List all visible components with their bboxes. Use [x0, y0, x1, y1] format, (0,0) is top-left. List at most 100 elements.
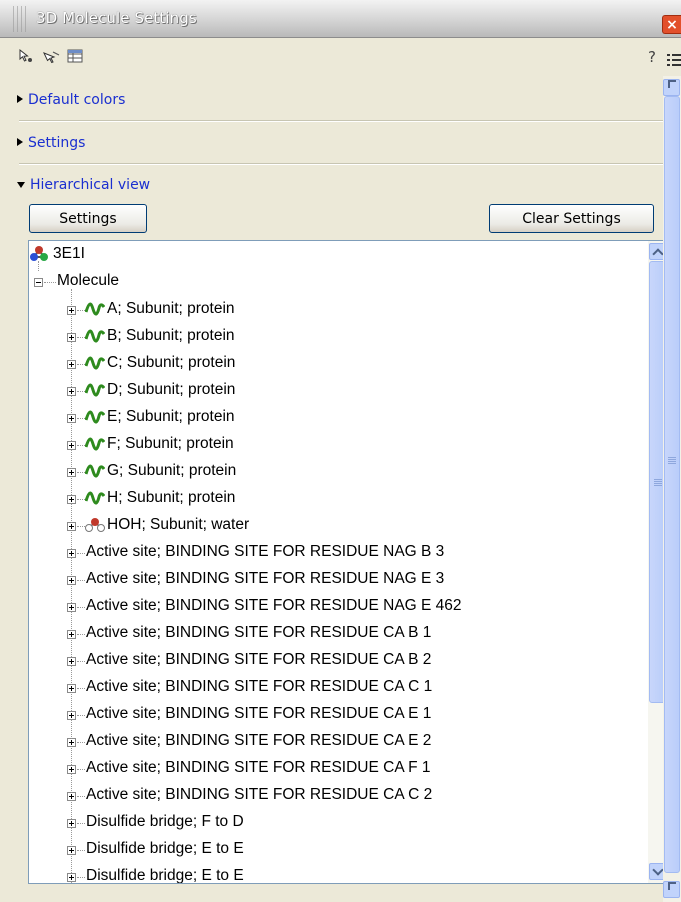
tree-item-row[interactable]: Disulfide bridge; F to D — [29, 809, 629, 836]
expand-arrow-icon — [17, 95, 23, 103]
expand-toggle-icon[interactable] — [67, 441, 76, 450]
section-hierarchical-view[interactable]: Hierarchical view — [17, 177, 150, 193]
tree-connector — [38, 261, 39, 271]
table-view-icon[interactable] — [66, 46, 86, 66]
expand-toggle-icon[interactable] — [67, 468, 76, 477]
expand-arrow-icon — [17, 138, 23, 146]
tree-item-row[interactable]: F; Subunit; protein — [29, 431, 629, 458]
tree-item-row[interactable]: E; Subunit; protein — [29, 404, 629, 431]
expand-toggle-icon[interactable] — [67, 603, 76, 612]
expand-toggle-icon[interactable] — [67, 333, 76, 342]
tree-root-label: 3E1I — [53, 245, 85, 262]
section-divider — [19, 163, 663, 165]
tree-item-row[interactable]: Active site; BINDING SITE FOR RESIDUE CA… — [29, 674, 629, 701]
tree-connector — [77, 472, 85, 473]
tree-item-row[interactable]: Active site; BINDING SITE FOR RESIDUE NA… — [29, 566, 629, 593]
panel-scrollbar-thumb[interactable] — [664, 96, 680, 873]
tree-item-row[interactable]: Disulfide bridge; E to E — [29, 836, 629, 863]
section-label: Hierarchical view — [30, 177, 151, 193]
tree-connector — [77, 391, 85, 392]
tree-item-label: Active site; BINDING SITE FOR RESIDUE CA… — [86, 732, 432, 749]
tree-item-row[interactable]: Active site; BINDING SITE FOR RESIDUE CA… — [29, 620, 629, 647]
expand-toggle-icon[interactable] — [67, 846, 76, 855]
section-settings[interactable]: Settings — [17, 135, 85, 151]
close-button[interactable]: × — [662, 15, 681, 34]
expand-toggle-icon[interactable] — [67, 576, 76, 585]
tree-connector — [77, 580, 85, 581]
drag-grip[interactable] — [13, 6, 27, 32]
pointer-drag-icon[interactable] — [42, 46, 62, 66]
menu-list-icon[interactable] — [667, 53, 681, 67]
expand-toggle-icon[interactable] — [67, 765, 76, 774]
panel-scrollbar[interactable] — [663, 76, 681, 902]
thumb-grip-icon — [668, 457, 676, 464]
expand-toggle-icon[interactable] — [67, 630, 76, 639]
tree-item-row[interactable]: G; Subunit; protein — [29, 458, 629, 485]
tree-connector — [77, 742, 85, 743]
tree-item-row[interactable]: Active site; BINDING SITE FOR RESIDUE CA… — [29, 728, 629, 755]
tree-item-row[interactable]: Active site; BINDING SITE FOR RESIDUE NA… — [29, 539, 629, 566]
tree-item-row[interactable]: Disulfide bridge; E to E — [29, 863, 629, 884]
expand-toggle-icon[interactable] — [67, 306, 76, 315]
tree-connector — [77, 526, 85, 527]
tree-connector — [77, 661, 85, 662]
section-divider — [19, 120, 663, 122]
tree-item-row[interactable]: Active site; BINDING SITE FOR RESIDUE NA… — [29, 593, 629, 620]
protein-chain-icon — [85, 464, 105, 478]
expand-toggle-icon[interactable] — [67, 873, 76, 882]
tree-item-row[interactable]: Active site; BINDING SITE FOR RESIDUE CA… — [29, 701, 629, 728]
expand-toggle-icon[interactable] — [67, 522, 76, 531]
protein-chain-icon — [85, 410, 105, 424]
settings-content: Default colors Settings Hierarchical vie… — [13, 82, 668, 902]
expand-toggle-icon[interactable] — [67, 657, 76, 666]
tree-item-row[interactable]: B; Subunit; protein — [29, 323, 629, 350]
settings-button[interactable]: Settings — [29, 204, 147, 233]
collapse-arrow-icon — [17, 182, 25, 188]
window-title: 3D Molecule Settings — [36, 9, 197, 27]
title-bar[interactable]: 3D Molecule Settings × — [0, 0, 681, 38]
tree-item-row[interactable]: A; Subunit; protein — [29, 296, 629, 323]
tree-item-label: Active site; BINDING SITE FOR RESIDUE NA… — [86, 543, 445, 560]
tree-connector — [77, 796, 85, 797]
expand-toggle-icon[interactable] — [67, 792, 76, 801]
tree-item-label: Active site; BINDING SITE FOR RESIDUE NA… — [86, 570, 445, 587]
water-molecule-icon — [85, 518, 105, 532]
tree-molecule-row[interactable]: Molecule — [29, 268, 629, 295]
tree-item-row[interactable]: D; Subunit; protein — [29, 377, 629, 404]
expand-toggle-icon[interactable] — [67, 684, 76, 693]
expand-toggle-icon[interactable] — [67, 414, 76, 423]
expand-toggle-icon[interactable] — [67, 711, 76, 720]
expand-toggle-icon[interactable] — [67, 495, 76, 504]
pointer-select-icon[interactable] — [16, 46, 36, 66]
protein-chain-icon — [85, 437, 105, 451]
tree-connector — [77, 553, 85, 554]
section-default-colors[interactable]: Default colors — [17, 92, 125, 108]
help-button[interactable]: ? — [648, 48, 656, 66]
resize-status-area — [0, 886, 681, 902]
tree-root-row[interactable]: 3E1I — [29, 241, 629, 268]
hierarchy-tree[interactable]: 3E1I Molecule A; Subunit; protein B; Sub… — [28, 240, 668, 884]
expand-toggle-icon[interactable] — [67, 819, 76, 828]
tree-item-label: F; Subunit; protein — [107, 435, 234, 452]
tree-item-row[interactable]: Active site; BINDING SITE FOR RESIDUE CA… — [29, 647, 629, 674]
tree-item-row[interactable]: C; Subunit; protein — [29, 350, 629, 377]
tree-item-label: Disulfide bridge; E to E — [86, 867, 244, 884]
protein-chain-icon — [85, 356, 105, 370]
expand-toggle-icon[interactable] — [67, 360, 76, 369]
tree-item-row[interactable]: Active site; BINDING SITE FOR RESIDUE CA… — [29, 755, 629, 782]
clear-settings-button[interactable]: Clear Settings — [489, 204, 654, 233]
expand-toggle-icon[interactable] — [67, 549, 76, 558]
tree-item-label: Active site; BINDING SITE FOR RESIDUE CA… — [86, 651, 432, 668]
tree-connector — [77, 823, 85, 824]
tree-item-row[interactable]: Active site; BINDING SITE FOR RESIDUE CA… — [29, 782, 629, 809]
tree-connector — [77, 634, 85, 635]
tree-item-row[interactable]: H; Subunit; protein — [29, 485, 629, 512]
tree-connector — [77, 850, 85, 851]
panel-scroll-up-button[interactable] — [663, 79, 680, 96]
collapse-toggle-icon[interactable] — [34, 278, 43, 287]
tree-item-label: Active site; BINDING SITE FOR RESIDUE CA… — [86, 759, 431, 776]
expand-toggle-icon[interactable] — [67, 387, 76, 396]
tree-connector — [77, 499, 85, 500]
expand-toggle-icon[interactable] — [67, 738, 76, 747]
tree-item-row[interactable]: HOH; Subunit; water — [29, 512, 629, 539]
